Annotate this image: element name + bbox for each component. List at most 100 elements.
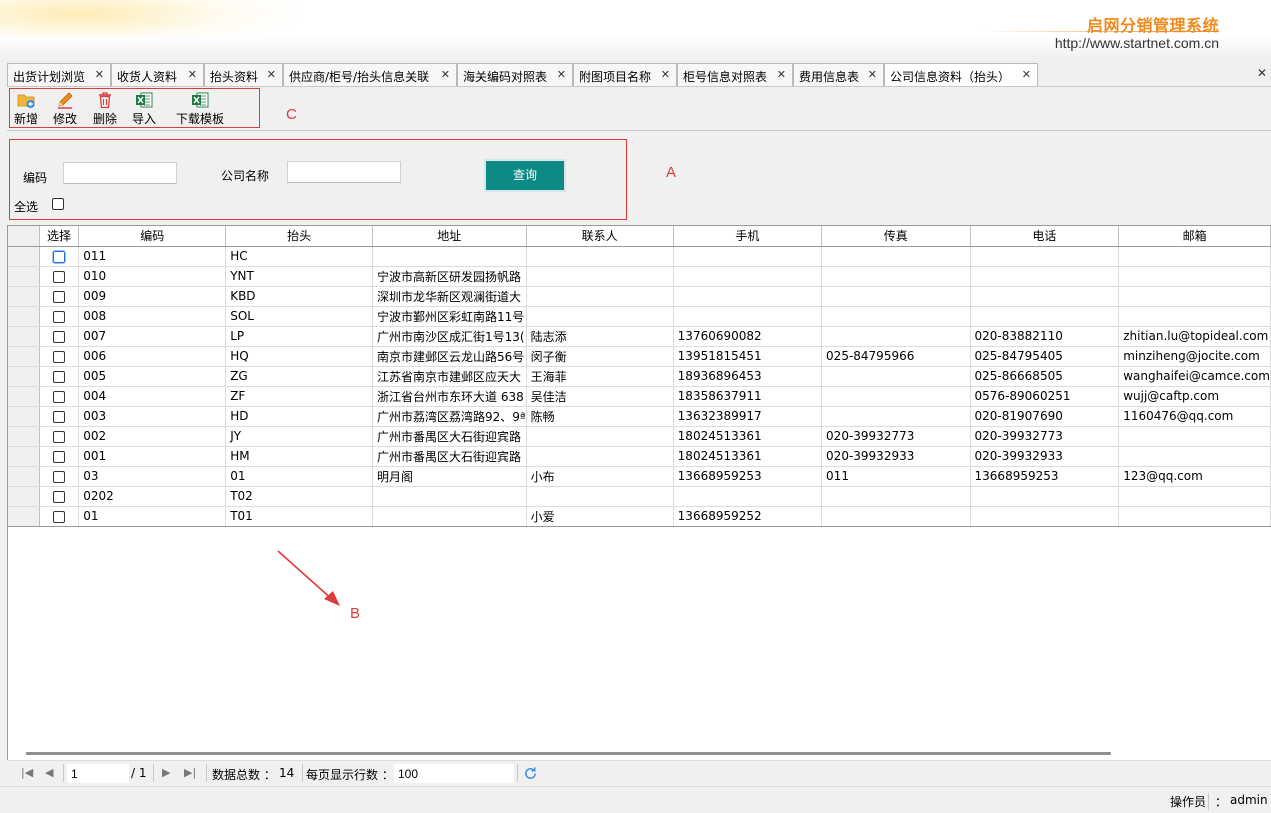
column-header-title[interactable]: 抬头 xyxy=(225,226,374,247)
cell-email[interactable]: wanghaifei@camce.com xyxy=(1118,366,1271,387)
cell-email[interactable] xyxy=(1118,426,1271,447)
table-row[interactable]: 002 JY 广州市番禺区大石街迎宾路 18024513361 020-39932773… xyxy=(8,426,1271,447)
cell-fax[interactable]: 025-84795966 xyxy=(821,346,971,367)
tab-letterhead[interactable]: 抬头资料 ✕ xyxy=(204,63,283,86)
cell-phone[interactable] xyxy=(970,306,1120,327)
cell-title[interactable]: HD xyxy=(225,406,374,427)
cell-title[interactable]: HQ xyxy=(225,346,374,367)
close-icon[interactable]: ✕ xyxy=(95,68,104,81)
cell-address[interactable]: 浙江省台州市东环大道 638 xyxy=(372,386,527,407)
cell-code[interactable]: 03 xyxy=(78,466,227,487)
row-checkbox[interactable] xyxy=(52,310,65,323)
cell-code[interactable]: 008 xyxy=(78,306,227,327)
cell-email[interactable] xyxy=(1118,246,1271,267)
cell-title[interactable]: SOL xyxy=(225,306,374,327)
column-header-code[interactable]: 编码 xyxy=(78,226,227,247)
cell-phone[interactable] xyxy=(970,286,1120,307)
cell-phone[interactable] xyxy=(970,246,1120,267)
cell-contact[interactable] xyxy=(526,286,674,307)
cell-title[interactable]: HC xyxy=(225,246,374,267)
cell-mobile[interactable]: 13632389917 xyxy=(673,406,823,427)
cell-contact[interactable]: 王海菲 xyxy=(526,366,674,387)
close-icon[interactable]: ✕ xyxy=(267,68,276,81)
cell-email[interactable]: 123@qq.com xyxy=(1118,466,1271,487)
row-header[interactable] xyxy=(8,266,40,287)
cell-contact[interactable] xyxy=(526,486,674,507)
row-checkbox[interactable] xyxy=(52,430,65,443)
cell-contact[interactable]: 小爱 xyxy=(526,506,674,527)
cell-mobile[interactable] xyxy=(673,306,823,327)
cell-contact[interactable]: 闵子衡 xyxy=(526,346,674,367)
row-checkbox[interactable] xyxy=(51,249,66,264)
row-header[interactable] xyxy=(8,366,40,387)
cell-mobile[interactable] xyxy=(673,246,823,267)
cell-code[interactable]: 002 xyxy=(78,426,227,447)
close-icon[interactable]: ✕ xyxy=(441,68,450,81)
cell-contact[interactable]: 陆志添 xyxy=(526,326,674,347)
table-row[interactable]: 009 KBD 深圳市龙华新区观澜街道大 xyxy=(8,286,1271,307)
cell-contact[interactable]: 陈畅 xyxy=(526,406,674,427)
cell-phone[interactable]: 025-86668505 xyxy=(970,366,1120,387)
close-icon[interactable]: ✕ xyxy=(188,68,197,81)
row-header[interactable] xyxy=(8,386,40,407)
cell-code[interactable]: 011 xyxy=(78,246,227,267)
table-row[interactable]: 0202 T02 xyxy=(8,486,1271,507)
next-page-icon[interactable]: ▶ xyxy=(162,766,170,779)
row-checkbox[interactable] xyxy=(52,370,65,383)
table-row[interactable]: 006 HQ 南京市建邺区云龙山路56号 闵子衡 13951815451 025-8479… xyxy=(8,346,1271,367)
cell-phone[interactable] xyxy=(970,486,1120,507)
close-icon[interactable]: ✕ xyxy=(777,68,786,81)
column-header-select[interactable]: 选择 xyxy=(39,226,80,247)
close-icon[interactable]: ✕ xyxy=(557,68,566,81)
cell-mobile[interactable]: 13760690082 xyxy=(673,326,823,347)
cell-fax[interactable] xyxy=(821,386,971,407)
cell-mobile[interactable]: 18936896453 xyxy=(673,366,823,387)
cell-code[interactable]: 01 xyxy=(78,506,227,527)
cell-code[interactable]: 004 xyxy=(78,386,227,407)
cell-phone[interactable]: 020-81907690 xyxy=(970,406,1120,427)
table-row[interactable]: 01 T01 小爱 13668959252 xyxy=(8,506,1271,527)
cell-address[interactable]: 宁波市鄞州区彩虹南路11号 xyxy=(372,306,527,327)
close-icon[interactable]: ✕ xyxy=(868,68,877,81)
tab-company-info[interactable]: 公司信息资料（抬头） ✕ xyxy=(884,63,1038,87)
cell-email[interactable] xyxy=(1118,306,1271,327)
first-page-icon[interactable]: |◀ xyxy=(21,766,33,779)
row-checkbox[interactable] xyxy=(52,270,65,283)
cell-contact[interactable] xyxy=(526,306,674,327)
cell-mobile[interactable]: 18024513361 xyxy=(673,426,823,447)
cell-title[interactable]: LP xyxy=(225,326,374,347)
cell-fax[interactable] xyxy=(821,506,971,527)
cell-address[interactable] xyxy=(372,486,527,507)
cell-fax[interactable] xyxy=(821,286,971,307)
cell-phone[interactable]: 025-84795405 xyxy=(970,346,1120,367)
cell-address[interactable] xyxy=(372,506,527,527)
cell-fax[interactable]: 011 xyxy=(821,466,971,487)
row-checkbox[interactable] xyxy=(52,350,65,363)
cell-address[interactable]: 深圳市龙华新区观澜街道大 xyxy=(372,286,527,307)
column-header-email[interactable]: 邮箱 xyxy=(1118,226,1271,247)
cell-email[interactable] xyxy=(1118,266,1271,287)
cell-fax[interactable] xyxy=(821,406,971,427)
cell-fax[interactable] xyxy=(821,326,971,347)
close-icon[interactable]: ✕ xyxy=(661,68,670,81)
tab-customs-code[interactable]: 海关编码对照表 ✕ xyxy=(457,63,573,86)
page-size-input[interactable] xyxy=(394,764,514,783)
horizontal-scrollbar[interactable] xyxy=(26,752,1111,755)
row-checkbox[interactable] xyxy=(52,330,65,343)
cell-email[interactable] xyxy=(1118,506,1271,527)
cell-mobile[interactable] xyxy=(673,286,823,307)
cell-title[interactable]: KBD xyxy=(225,286,374,307)
cell-email[interactable]: wujj@caftp.com xyxy=(1118,386,1271,407)
row-checkbox[interactable] xyxy=(52,390,65,403)
cell-phone[interactable] xyxy=(970,266,1120,287)
cell-address[interactable]: 广州市番禺区大石街迎宾路 xyxy=(372,426,527,447)
cell-code[interactable]: 006 xyxy=(78,346,227,367)
cell-phone[interactable]: 020-39932773 xyxy=(970,426,1120,447)
tab-fee-info[interactable]: 费用信息表 ✕ xyxy=(793,63,884,86)
row-checkbox[interactable] xyxy=(52,450,65,463)
cell-contact[interactable] xyxy=(526,266,674,287)
table-row[interactable]: 005 ZG 江苏省南京市建邺区应天大 王海菲 18936896453 025-86668… xyxy=(8,366,1271,387)
cell-email[interactable]: zhitian.lu@topideal.com xyxy=(1118,326,1271,347)
row-header[interactable] xyxy=(8,246,40,267)
row-header[interactable] xyxy=(8,486,40,507)
